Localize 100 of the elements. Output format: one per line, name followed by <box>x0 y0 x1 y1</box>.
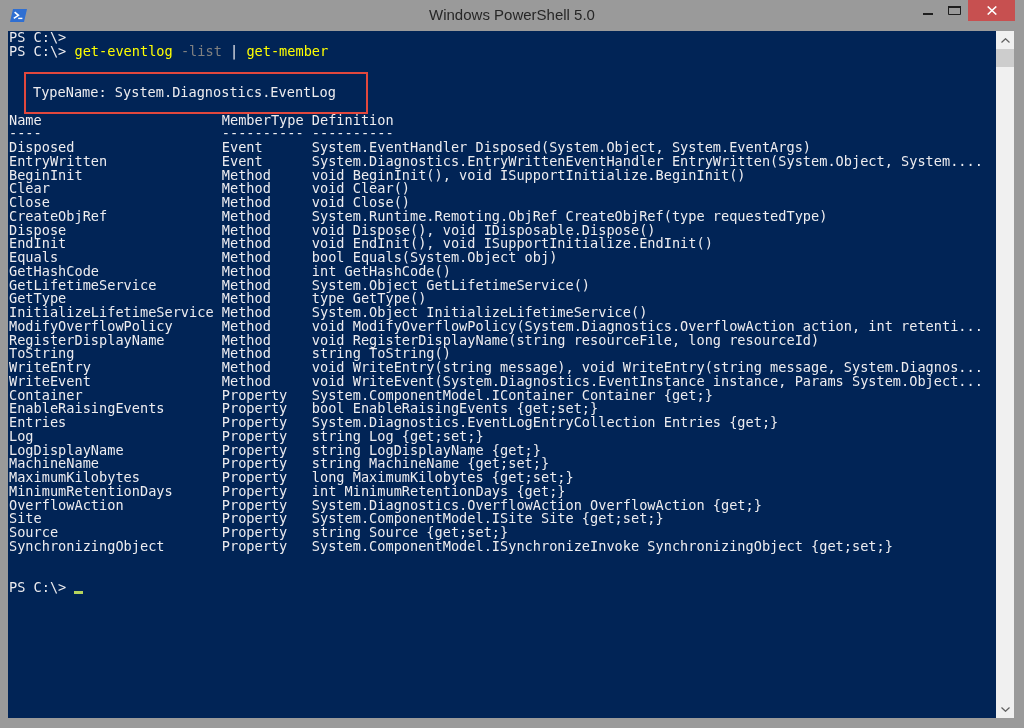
member-type: Property <box>221 443 288 458</box>
member-type: Property <box>221 388 288 403</box>
member-type: Property <box>221 402 288 416</box>
minimize-icon <box>923 13 933 15</box>
member-definition: int MinimumRetentionDays {get;} <box>311 484 566 499</box>
chevron-down-icon[interactable] <box>1000 706 1010 712</box>
member-name: Log <box>9 429 34 444</box>
member-name: MaximumKilobytes <box>9 471 140 485</box>
member-definition: System.Runtime.Remoting.ObjRef CreateObjRef(type requestedType) <box>311 209 828 224</box>
chevron-up-icon[interactable] <box>1000 37 1010 43</box>
column-header: MemberType <box>221 113 304 128</box>
member-name: Dispose <box>9 223 67 238</box>
member-name: GetLifetimeService <box>9 278 157 293</box>
member-type: Method <box>221 264 271 279</box>
terminal-prompt-icon <box>10 9 27 22</box>
member-name: WriteEntry <box>9 361 91 375</box>
member-definition: void RegisterDisplayName(string resourceFile, long resourceId) <box>311 333 820 348</box>
member-type: Method <box>221 306 271 320</box>
member-definition: System.Diagnostics.EventLogEntryCollection Entries {get;} <box>311 416 779 430</box>
member-name: EntryWritten <box>9 154 108 169</box>
member-definition: System.ComponentModel.IContainer Container {get;} <box>311 388 713 403</box>
member-type: Method <box>221 182 271 196</box>
member-name: Container <box>9 388 83 403</box>
member-definition: void Close() <box>311 196 410 210</box>
vertical-scrollbar[interactable] <box>996 31 1014 718</box>
member-type: Method <box>221 319 271 334</box>
member-definition: void ModifyOverflowPolicy(System.Diagnostics.OverflowAction action, int retenti... <box>311 319 983 334</box>
member-definition: System.Object InitializeLifetimeService() <box>311 306 648 320</box>
member-name: EnableRaisingEvents <box>9 402 165 416</box>
member-type: Property <box>221 484 288 499</box>
member-type: Property <box>221 416 288 430</box>
column-header: Name <box>9 113 42 128</box>
member-name: Disposed <box>9 141 75 155</box>
member-name: Entries <box>9 416 67 430</box>
close-icon <box>986 6 997 15</box>
member-type: Method <box>221 251 271 265</box>
member-definition: bool Equals(System.Object obj) <box>311 251 558 265</box>
member-definition: long MaximumKilobytes {get;set;} <box>311 471 574 485</box>
member-type: Property <box>221 512 288 526</box>
member-definition: void Clear() <box>311 182 410 196</box>
member-name: WriteEvent <box>9 374 91 389</box>
member-type: Method <box>221 333 271 348</box>
member-type: Property <box>221 457 288 471</box>
member-name: ModifyOverflowPolicy <box>9 319 173 334</box>
member-name: GetType <box>9 292 67 306</box>
member-type: Property <box>221 498 288 513</box>
member-definition: void BeginInit(), void ISupportInitialize.BeginInit() <box>311 168 746 183</box>
member-definition: bool EnableRaisingEvents {get;set;} <box>311 402 599 416</box>
member-name: InitializeLifetimeService <box>9 306 214 320</box>
member-type: Method <box>221 361 271 375</box>
member-definition: void WriteEvent(System.Diagnostics.EventInstance instance, Params System.Object... <box>311 374 983 389</box>
close-button[interactable] <box>968 0 1015 21</box>
member-definition: string Source {get;set;} <box>311 526 509 540</box>
member-type: Method <box>221 237 271 251</box>
member-type: Method <box>221 168 271 183</box>
member-name: MachineName <box>9 457 100 471</box>
member-type: Property <box>221 429 288 444</box>
member-definition: int GetHashCode() <box>311 264 451 279</box>
member-type: Property <box>221 471 288 485</box>
member-definition: type GetType() <box>311 292 427 306</box>
member-definition: System.ComponentModel.ISite Site {get;set;} <box>311 512 664 526</box>
member-name: CreateObjRef <box>9 209 108 224</box>
member-type: Method <box>221 347 271 361</box>
member-name: ToString <box>9 347 75 361</box>
member-name: Source <box>9 526 59 540</box>
member-definition: System.Diagnostics.OverflowAction OverflowAction {get;} <box>311 498 762 513</box>
member-type: Property <box>221 526 288 540</box>
member-name: RegisterDisplayName <box>9 333 165 348</box>
window-title: Windows PowerShell 5.0 <box>429 6 595 24</box>
member-definition: void WriteEntry(string message), void WriteEntry(string message, System.Diagnos... <box>311 361 983 375</box>
column-underline: ---------- <box>311 127 394 141</box>
member-type: Event <box>221 154 263 169</box>
maximize-icon <box>948 6 961 15</box>
member-name: BeginInit <box>9 168 83 183</box>
column-header: Definition <box>311 113 394 128</box>
command-line: PS C:\> get-eventlog -list | get-member <box>9 44 329 59</box>
member-definition: string ToString() <box>311 347 451 361</box>
member-type: Method <box>221 292 271 306</box>
member-name: MinimumRetentionDays <box>9 484 173 499</box>
member-name: Site <box>9 512 42 526</box>
member-type: Method <box>221 223 271 238</box>
member-type: Method <box>221 209 271 224</box>
member-type: Event <box>221 141 263 155</box>
member-name: Equals <box>9 251 59 265</box>
scrollbar-thumb[interactable] <box>996 49 1014 67</box>
member-definition: System.Diagnostics.EntryWrittenEventHandler EntryWritten(System.Object, System.... <box>311 154 983 169</box>
member-type: Method <box>221 196 271 210</box>
column-underline: ---------- <box>221 127 304 141</box>
prompt-text: PS C:\> <box>9 31 67 45</box>
member-name: OverflowAction <box>9 498 124 513</box>
member-name: GetHashCode <box>9 264 100 279</box>
member-definition: void EndInit(), void ISupportInitialize.EndInit() <box>311 237 713 251</box>
member-definition: System.EventHandler Disposed(System.Object, System.EventArgs) <box>311 141 812 155</box>
member-definition: void Dispose(), void IDisposable.Dispose() <box>311 223 656 238</box>
prompt-text: PS C:\> <box>9 581 67 595</box>
member-name: EndInit <box>9 237 67 251</box>
member-type: Method <box>221 278 271 293</box>
member-name: Close <box>9 196 50 210</box>
type-name-heading: TypeName: System.Diagnostics.EventLog <box>33 86 336 100</box>
member-name: Clear <box>9 182 50 196</box>
